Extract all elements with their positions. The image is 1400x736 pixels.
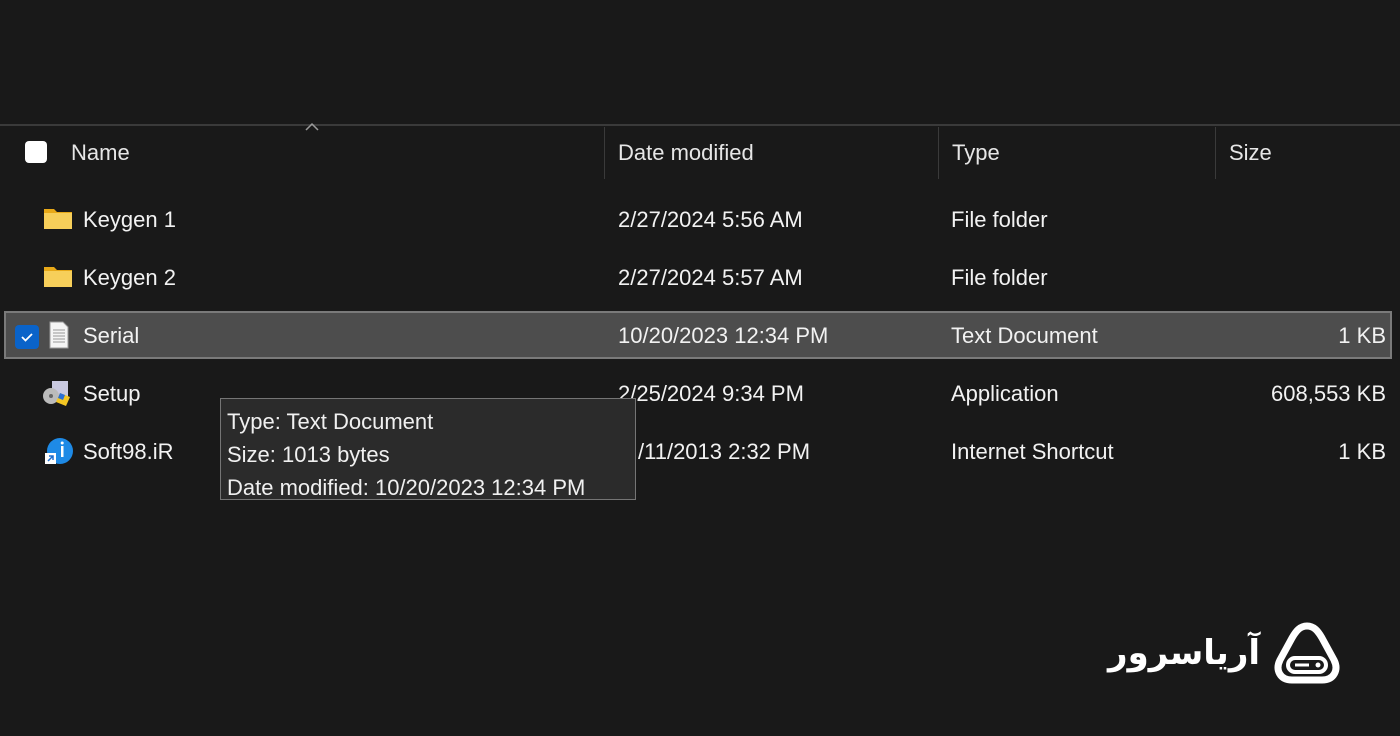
file-name: Serial xyxy=(83,323,140,348)
row-checkbox[interactable] xyxy=(15,325,39,349)
file-type: File folder xyxy=(951,265,1048,290)
file-name: Keygen 2 xyxy=(83,265,176,290)
column-label: Size xyxy=(1229,140,1272,165)
column-label: Type xyxy=(952,140,1000,165)
file-type: File folder xyxy=(951,207,1048,232)
header-divider xyxy=(0,124,1400,126)
file-row[interactable]: Keygen 1 2/27/2024 5:56 AM File folder xyxy=(4,195,1392,243)
column-separator[interactable] xyxy=(604,127,605,179)
file-date: 10/20/2023 12:34 PM xyxy=(618,323,829,348)
file-type: Internet Shortcut xyxy=(951,439,1114,464)
column-label: Date modified xyxy=(618,140,754,165)
file-name: Keygen 1 xyxy=(83,207,176,232)
file-type: Application xyxy=(951,381,1059,406)
logo: آریاسرور xyxy=(1108,622,1340,684)
server-logo-icon xyxy=(1274,622,1340,684)
select-all-checkbox[interactable] xyxy=(25,141,47,163)
file-type: Text Document xyxy=(951,323,1098,348)
column-separator[interactable] xyxy=(938,127,939,179)
file-name: Soft98.iR xyxy=(83,439,174,464)
file-row[interactable]: Soft98.iR/11/2013 2:32 PM Internet Shortc… xyxy=(4,427,1392,475)
checkmark-icon xyxy=(21,333,33,342)
column-header-date[interactable]: Date modified xyxy=(618,127,754,179)
file-size: 1 KB xyxy=(1338,439,1386,464)
file-name: Setup xyxy=(83,381,141,406)
file-row[interactable]: Serial 10/20/2023 12:34 PM Text Document 1 … xyxy=(4,311,1392,359)
file-row[interactable]: Setup 2/25/2024 9:34 PM Application 608,553… xyxy=(4,369,1392,417)
file-tooltip: Type: Text Document Size: 1013 bytes Dat… xyxy=(220,398,636,500)
column-separator[interactable] xyxy=(1215,127,1216,179)
file-date: 2/27/2024 5:57 AM xyxy=(618,265,803,290)
file-date: /11/2013 2:32 PM xyxy=(638,439,811,464)
file-date: 2/25/2024 9:34 PM xyxy=(618,381,804,406)
column-header-type[interactable]: Type xyxy=(952,127,1000,179)
file-row[interactable]: Keygen 2 2/27/2024 5:57 AM File folder xyxy=(4,253,1392,301)
column-header-name[interactable]: Name xyxy=(71,127,130,179)
column-header-size[interactable]: Size xyxy=(1229,127,1272,179)
tooltip-date: Date modified: 10/20/2023 12:34 PM xyxy=(227,475,586,500)
file-size: 1 KB xyxy=(1338,323,1386,348)
tooltip-size: Size: 1013 bytes xyxy=(227,442,390,467)
logo-text: آریاسرور xyxy=(1108,633,1261,673)
file-size: 608,553 KB xyxy=(1271,381,1386,406)
column-label: Name xyxy=(71,140,130,165)
tooltip-type: Type: Text Document xyxy=(227,409,434,434)
file-date: 2/27/2024 5:56 AM xyxy=(618,207,803,232)
sort-ascending-icon[interactable] xyxy=(305,122,319,132)
